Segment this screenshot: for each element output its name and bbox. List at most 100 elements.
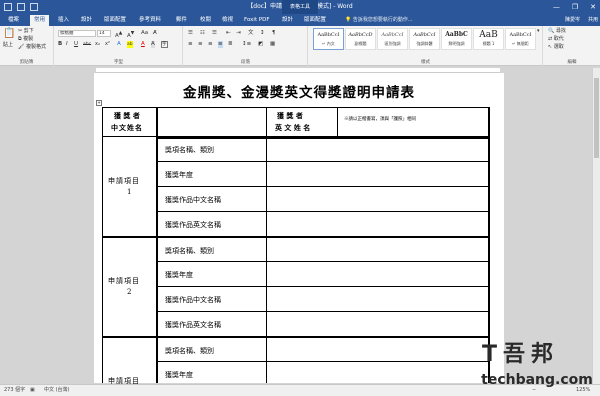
chinese-layout-icon[interactable]: 文 — [248, 30, 254, 37]
ribbon-tabs: 檔案 常用 插入 設計 版面配置 參考資料 郵件 校閱 檢視 Foxit PDF… — [0, 14, 600, 26]
font-size-select[interactable]: 14 — [97, 30, 111, 37]
techbang-watermark: T吾邦 techbang.com — [476, 334, 598, 390]
font-color-button[interactable]: A — [141, 41, 145, 48]
scissors-icon: ✂ — [18, 28, 23, 34]
increase-indent-icon[interactable]: ⇥ — [236, 30, 241, 37]
subscript-button[interactable]: x₂ — [95, 41, 100, 48]
clear-format-icon[interactable]: A̸ — [153, 30, 157, 37]
item1-field-work-en: 獲獎作品英文名稱 — [165, 221, 221, 229]
tab-mailings[interactable]: 郵件 — [172, 15, 191, 26]
word-count[interactable]: 273 個字 — [4, 385, 25, 396]
style-name: 鮮明強調 — [448, 41, 465, 46]
tab-table-layout[interactable]: 版面配置 — [300, 15, 330, 26]
tab-home[interactable]: 常用 — [30, 15, 50, 26]
distributed-icon[interactable]: ≣ — [228, 41, 233, 48]
tab-table-design[interactable]: 設計 — [278, 15, 297, 26]
tab-references[interactable]: 參考資料 — [135, 15, 165, 26]
justify-icon[interactable]: ≡ — [218, 41, 223, 48]
close-button[interactable]: ✕ — [590, 0, 596, 14]
bullets-icon[interactable]: ☰ — [188, 30, 193, 37]
tab-layout[interactable]: 版面配置 — [100, 15, 130, 26]
proofing-icon[interactable]: ▣ — [30, 385, 35, 396]
paste-icon[interactable]: 📋 — [3, 28, 15, 40]
title-bar: 【doc】申請表.doc [相容模式] - Word 表格工具 — ❐ ✕ — [0, 0, 600, 14]
replace-label: 取代 — [553, 36, 564, 42]
table-border — [102, 336, 489, 338]
copy-icon: ⧉ — [18, 36, 22, 42]
applicant-cn-label-line2: 中文姓名 — [111, 123, 143, 132]
share-button[interactable]: 共用 — [588, 14, 598, 26]
show-marks-icon[interactable]: ¶ — [272, 30, 276, 37]
copy-button[interactable]: ⧉ 複製 — [18, 36, 33, 43]
ribbon: 📋 貼上 ✂ 剪下 ⧉ 複製 🖌 複製格式 剪貼簿 標楷體 14 A▲ A▼ A… — [0, 26, 600, 66]
style-subtle-emphasis[interactable]: AaBbCcI 區別強調 — [377, 28, 408, 50]
document-page[interactable]: 金鼎獎、金漫獎英文得獎證明申請表 + 獲 獎 者 中文姓名 獲 獎 者 英 文 … — [94, 73, 504, 385]
style-normal[interactable]: AaBbCcI ↵ 內文 — [313, 28, 344, 50]
sort-icon[interactable]: ↕ — [260, 30, 265, 37]
user-name[interactable]: 陳愛岑 — [565, 14, 580, 26]
tell-me-text: 告訴我您想要執行的動作... — [352, 17, 413, 23]
tab-insert[interactable]: 插入 — [54, 15, 73, 26]
style-heading-1[interactable]: AaB 標題 1 — [473, 28, 504, 50]
decrease-indent-icon[interactable]: ⇤ — [226, 30, 231, 37]
minimize-button[interactable]: — — [553, 0, 560, 14]
align-center-icon[interactable]: ≡ — [198, 41, 203, 48]
item1-number: 1 — [127, 188, 132, 196]
format-painter-button[interactable]: 🖌 複製格式 — [18, 44, 46, 51]
tab-file[interactable]: 檔案 — [4, 15, 23, 26]
table-border — [156, 311, 489, 312]
style-intense-emphasis[interactable]: AaBbC 鮮明強調 — [441, 28, 472, 50]
shading-icon[interactable]: ◩ — [258, 41, 263, 48]
line-spacing-icon[interactable]: ↕≡ — [242, 41, 251, 48]
select-button[interactable]: ↖ 選取 — [548, 44, 564, 51]
paragraph-group: ☰ ☷ ☰ ⇤ ⇥ 文 ↕ ¶ ≡ ≡ ≡ ≡ ≣ ↕≡ ◩ ▦ 段落 — [184, 26, 308, 66]
clipboard-group-label: 剪貼簿 — [19, 60, 34, 65]
language-indicator[interactable]: 中文 (台灣) — [44, 385, 70, 396]
superscript-button[interactable]: x² — [105, 41, 110, 48]
align-right-icon[interactable]: ≡ — [208, 41, 213, 48]
replace-icon: ⇄ — [548, 36, 553, 42]
style-emphasis[interactable]: AaBbCcI 強調斜體 — [409, 28, 440, 50]
tab-design[interactable]: 設計 — [77, 15, 96, 26]
shrink-font-icon[interactable]: A▼ — [127, 30, 134, 40]
style-subtitle[interactable]: AaBbCcD 副標題 — [345, 28, 376, 50]
select-label: 選取 — [553, 44, 564, 50]
strikethrough-button[interactable]: abc — [83, 41, 91, 48]
tab-view[interactable]: 檢視 — [218, 15, 237, 26]
change-case-icon[interactable]: Aa — [141, 30, 148, 37]
italic-button[interactable]: I — [66, 41, 68, 48]
item1-field-work-cn: 獲獎作品中文名稱 — [165, 196, 221, 204]
table-tools-label: 表格工具 — [282, 0, 319, 14]
table-border — [156, 361, 489, 362]
tab-review[interactable]: 校閱 — [196, 15, 215, 26]
style-no-spacing[interactable]: AaBbCcI ↵ 無間距 — [505, 28, 536, 50]
underline-button[interactable]: U — [74, 41, 78, 48]
highlight-button[interactable]: ab — [127, 41, 133, 48]
tab-foxit-pdf[interactable]: Foxit PDF — [240, 15, 274, 26]
grow-font-icon[interactable]: A▲ — [115, 30, 122, 40]
copy-label: 複製 — [23, 36, 34, 42]
table-move-handle-icon[interactable]: + — [96, 100, 102, 106]
align-left-icon[interactable]: ≡ — [188, 41, 193, 48]
styles-group: AaBbCcI ↵ 內文 AaBbCcD 副標題 AaBbCcI 區別強調 AaBbC… — [309, 26, 543, 66]
style-preview: AaBbCcI — [381, 32, 404, 38]
borders-icon[interactable]: ▦ — [270, 41, 275, 48]
table-border — [156, 107, 158, 383]
tell-me-box[interactable]: 💡 告訴我您想要執行的動作... — [345, 15, 413, 26]
multilevel-list-icon[interactable]: ☰ — [212, 30, 217, 37]
scrollbar-thumb[interactable] — [594, 78, 599, 158]
paste-button[interactable]: 貼上 — [3, 42, 13, 49]
text-effects-icon[interactable]: A — [117, 41, 121, 48]
font-name-select[interactable]: 標楷體 — [58, 30, 96, 37]
restore-button[interactable]: ❐ — [572, 0, 578, 14]
enclose-characters-icon[interactable]: 字 — [161, 41, 168, 48]
table-border — [266, 107, 267, 383]
character-shading-icon[interactable]: A — [151, 41, 155, 48]
styles-more-icon[interactable]: ▾ — [537, 28, 540, 35]
bold-button[interactable]: B — [58, 41, 62, 48]
cut-button[interactable]: ✂ 剪下 — [18, 28, 34, 35]
find-button[interactable]: 🔍 尋找 — [548, 28, 566, 35]
item2-label: 申請項目 — [108, 277, 140, 285]
numbering-icon[interactable]: ☷ — [200, 30, 205, 37]
replace-button[interactable]: ⇄ 取代 — [548, 36, 564, 43]
